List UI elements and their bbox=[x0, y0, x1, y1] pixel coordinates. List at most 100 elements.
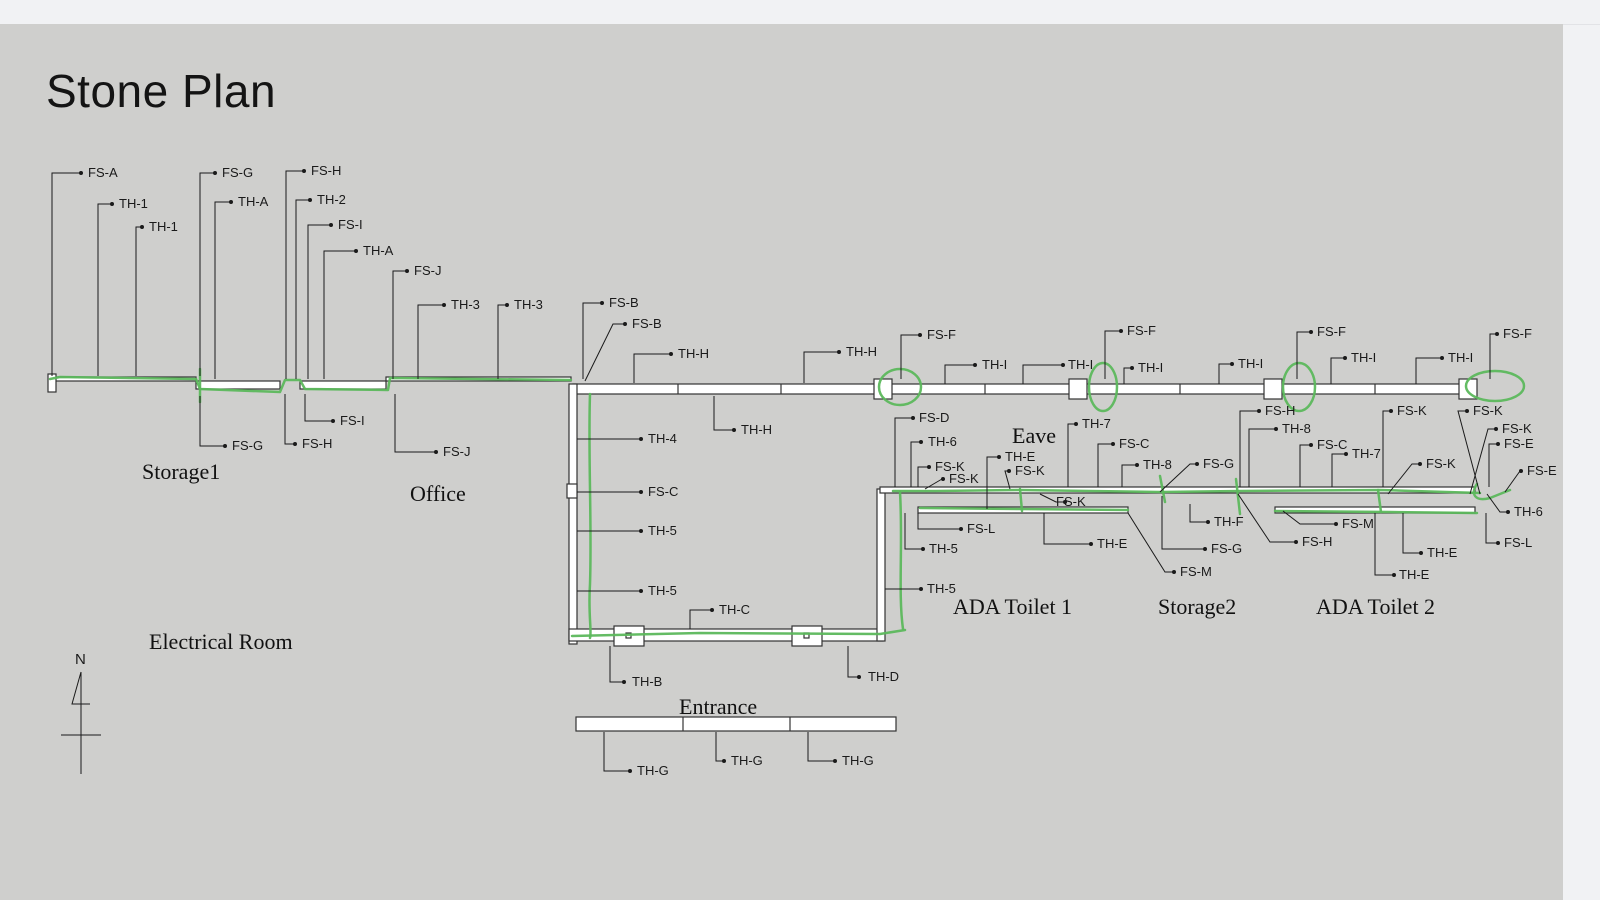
slide-canvas: Stone Plan FS-A TH-1 TH-1 FS-G TH-A FS-H… bbox=[0, 24, 1563, 900]
callout-label: TH-E bbox=[1097, 536, 1128, 551]
callout-label: FS-A bbox=[88, 165, 118, 180]
callout-label: FS-G bbox=[1203, 456, 1234, 471]
callout-label: TH-I bbox=[1351, 350, 1376, 365]
wall-east bbox=[876, 488, 886, 642]
callout-label: TH-3 bbox=[451, 297, 480, 312]
callout-label: TH-8 bbox=[1143, 457, 1172, 472]
room-labels: Storage1 Office Electrical Room Entrance… bbox=[142, 423, 1435, 719]
callout-labels: FS-A TH-1 TH-1 FS-G TH-A FS-H TH-2 FS-I … bbox=[51, 163, 1557, 778]
callout-label: FS-F bbox=[1317, 324, 1346, 339]
callout-label: FS-G bbox=[222, 165, 253, 180]
column-3 bbox=[1263, 378, 1283, 400]
callout-label: FS-H bbox=[311, 163, 341, 178]
callout-label: FS-G bbox=[232, 438, 263, 453]
callout-label: FS-C bbox=[1119, 436, 1149, 451]
callout-label: FS-K bbox=[1502, 421, 1532, 436]
callout-label: FS-F bbox=[927, 327, 956, 342]
entrance-slab bbox=[575, 716, 897, 732]
callout-label: FS-I bbox=[340, 413, 365, 428]
callout-label: FS-C bbox=[1317, 437, 1347, 452]
wall-end-post bbox=[47, 373, 57, 393]
callout-label: FS-K bbox=[1426, 456, 1456, 471]
callout-label: FS-B bbox=[609, 295, 639, 310]
callout-label: TH-8 bbox=[1282, 421, 1311, 436]
callout-label: FS-M bbox=[1180, 564, 1212, 579]
room-label-electrical-room: Electrical Room bbox=[149, 629, 293, 654]
window-top-bar bbox=[0, 0, 1600, 25]
callout-label: TH-G bbox=[731, 753, 763, 768]
callout-label: FS-K bbox=[1397, 403, 1427, 418]
callout-label: TH-5 bbox=[927, 581, 956, 596]
callout-label: TH-D bbox=[868, 669, 899, 684]
callout-label: TH-5 bbox=[648, 523, 677, 538]
callout-label: TH-E bbox=[1399, 567, 1430, 582]
room-label-office: Office bbox=[410, 481, 466, 506]
callout-label: FS-E bbox=[1504, 436, 1534, 451]
callout-label: TH-G bbox=[842, 753, 874, 768]
callout-label: FS-F bbox=[1127, 323, 1156, 338]
wall-office-west bbox=[568, 383, 578, 645]
wall-top-right bbox=[572, 383, 1474, 395]
callout-label: TH-7 bbox=[1352, 446, 1381, 461]
callout-label: TH-A bbox=[238, 194, 269, 209]
callout-label: TH-H bbox=[741, 422, 772, 437]
callout-label: FS-F bbox=[1503, 326, 1532, 341]
callout-label: FS-G bbox=[1211, 541, 1242, 556]
column-2 bbox=[1068, 378, 1088, 400]
callout-label: FS-K bbox=[1473, 403, 1503, 418]
callout-label: TH-7 bbox=[1082, 416, 1111, 431]
callout-label: FS-K bbox=[1056, 494, 1086, 509]
callout-label: FS-J bbox=[443, 444, 470, 459]
callout-label: FS-H bbox=[302, 436, 332, 451]
callout-label: TH-5 bbox=[648, 583, 677, 598]
wall-storage1-b bbox=[195, 380, 281, 390]
callout-label: TH-I bbox=[1068, 357, 1093, 372]
wall-office-door bbox=[566, 483, 578, 499]
callout-label: TH-I bbox=[982, 357, 1007, 372]
callout-label: FS-L bbox=[1504, 535, 1532, 550]
callout-label: FS-K bbox=[949, 471, 979, 486]
room-label-storage2: Storage2 bbox=[1158, 594, 1236, 619]
callout-label: TH-4 bbox=[648, 431, 677, 446]
callout-label: TH-1 bbox=[149, 219, 178, 234]
callout-label: TH-E bbox=[1427, 545, 1458, 560]
callout-label: TH-A bbox=[363, 243, 394, 258]
callout-label: TH-F bbox=[1214, 514, 1244, 529]
callout-label: FS-E bbox=[1527, 463, 1557, 478]
callout-label: TH-5 bbox=[929, 541, 958, 556]
callout-label: FS-L bbox=[967, 521, 995, 536]
callout-label: TH-G bbox=[637, 763, 669, 778]
callout-label: TH-I bbox=[1448, 350, 1473, 365]
north-arrow: N bbox=[61, 651, 101, 774]
callout-label: FS-J bbox=[414, 263, 441, 278]
callout-label: TH-I bbox=[1238, 356, 1263, 371]
callout-label: TH-I bbox=[1138, 360, 1163, 375]
callout-label: TH-H bbox=[846, 344, 877, 359]
room-label-entrance: Entrance bbox=[679, 694, 757, 719]
callout-label: FS-H bbox=[1302, 534, 1332, 549]
callout-label: FS-M bbox=[1342, 516, 1374, 531]
pillar-2 bbox=[791, 625, 823, 647]
callout-label: TH-H bbox=[678, 346, 709, 361]
callout-label: FS-B bbox=[632, 316, 662, 331]
north-arrow-label: N bbox=[75, 651, 86, 668]
callout-label: FS-I bbox=[338, 217, 363, 232]
room-label-ada-toilet-1: ADA Toilet 1 bbox=[953, 594, 1072, 619]
callout-label: TH-3 bbox=[514, 297, 543, 312]
green-markup bbox=[48, 361, 1526, 640]
floor-plan-diagram: FS-A TH-1 TH-1 FS-G TH-A FS-H TH-2 FS-I … bbox=[47, 163, 1557, 778]
callout-label: FS-H bbox=[1265, 403, 1295, 418]
callout-label: FS-D bbox=[919, 410, 949, 425]
callout-label: TH-1 bbox=[119, 196, 148, 211]
callout-label: TH-C bbox=[719, 602, 750, 617]
callout-label: TH-2 bbox=[317, 192, 346, 207]
wall-office bbox=[299, 380, 387, 390]
callout-label: TH-B bbox=[632, 674, 662, 689]
callout-label: TH-6 bbox=[928, 434, 957, 449]
room-label-eave: Eave bbox=[1012, 423, 1056, 448]
callout-label: TH-6 bbox=[1514, 504, 1543, 519]
room-label-storage1: Storage1 bbox=[142, 459, 220, 484]
callout-label: FS-C bbox=[648, 484, 678, 499]
callout-label: TH-E bbox=[1005, 449, 1036, 464]
room-label-ada-toilet-2: ADA Toilet 2 bbox=[1316, 594, 1435, 619]
